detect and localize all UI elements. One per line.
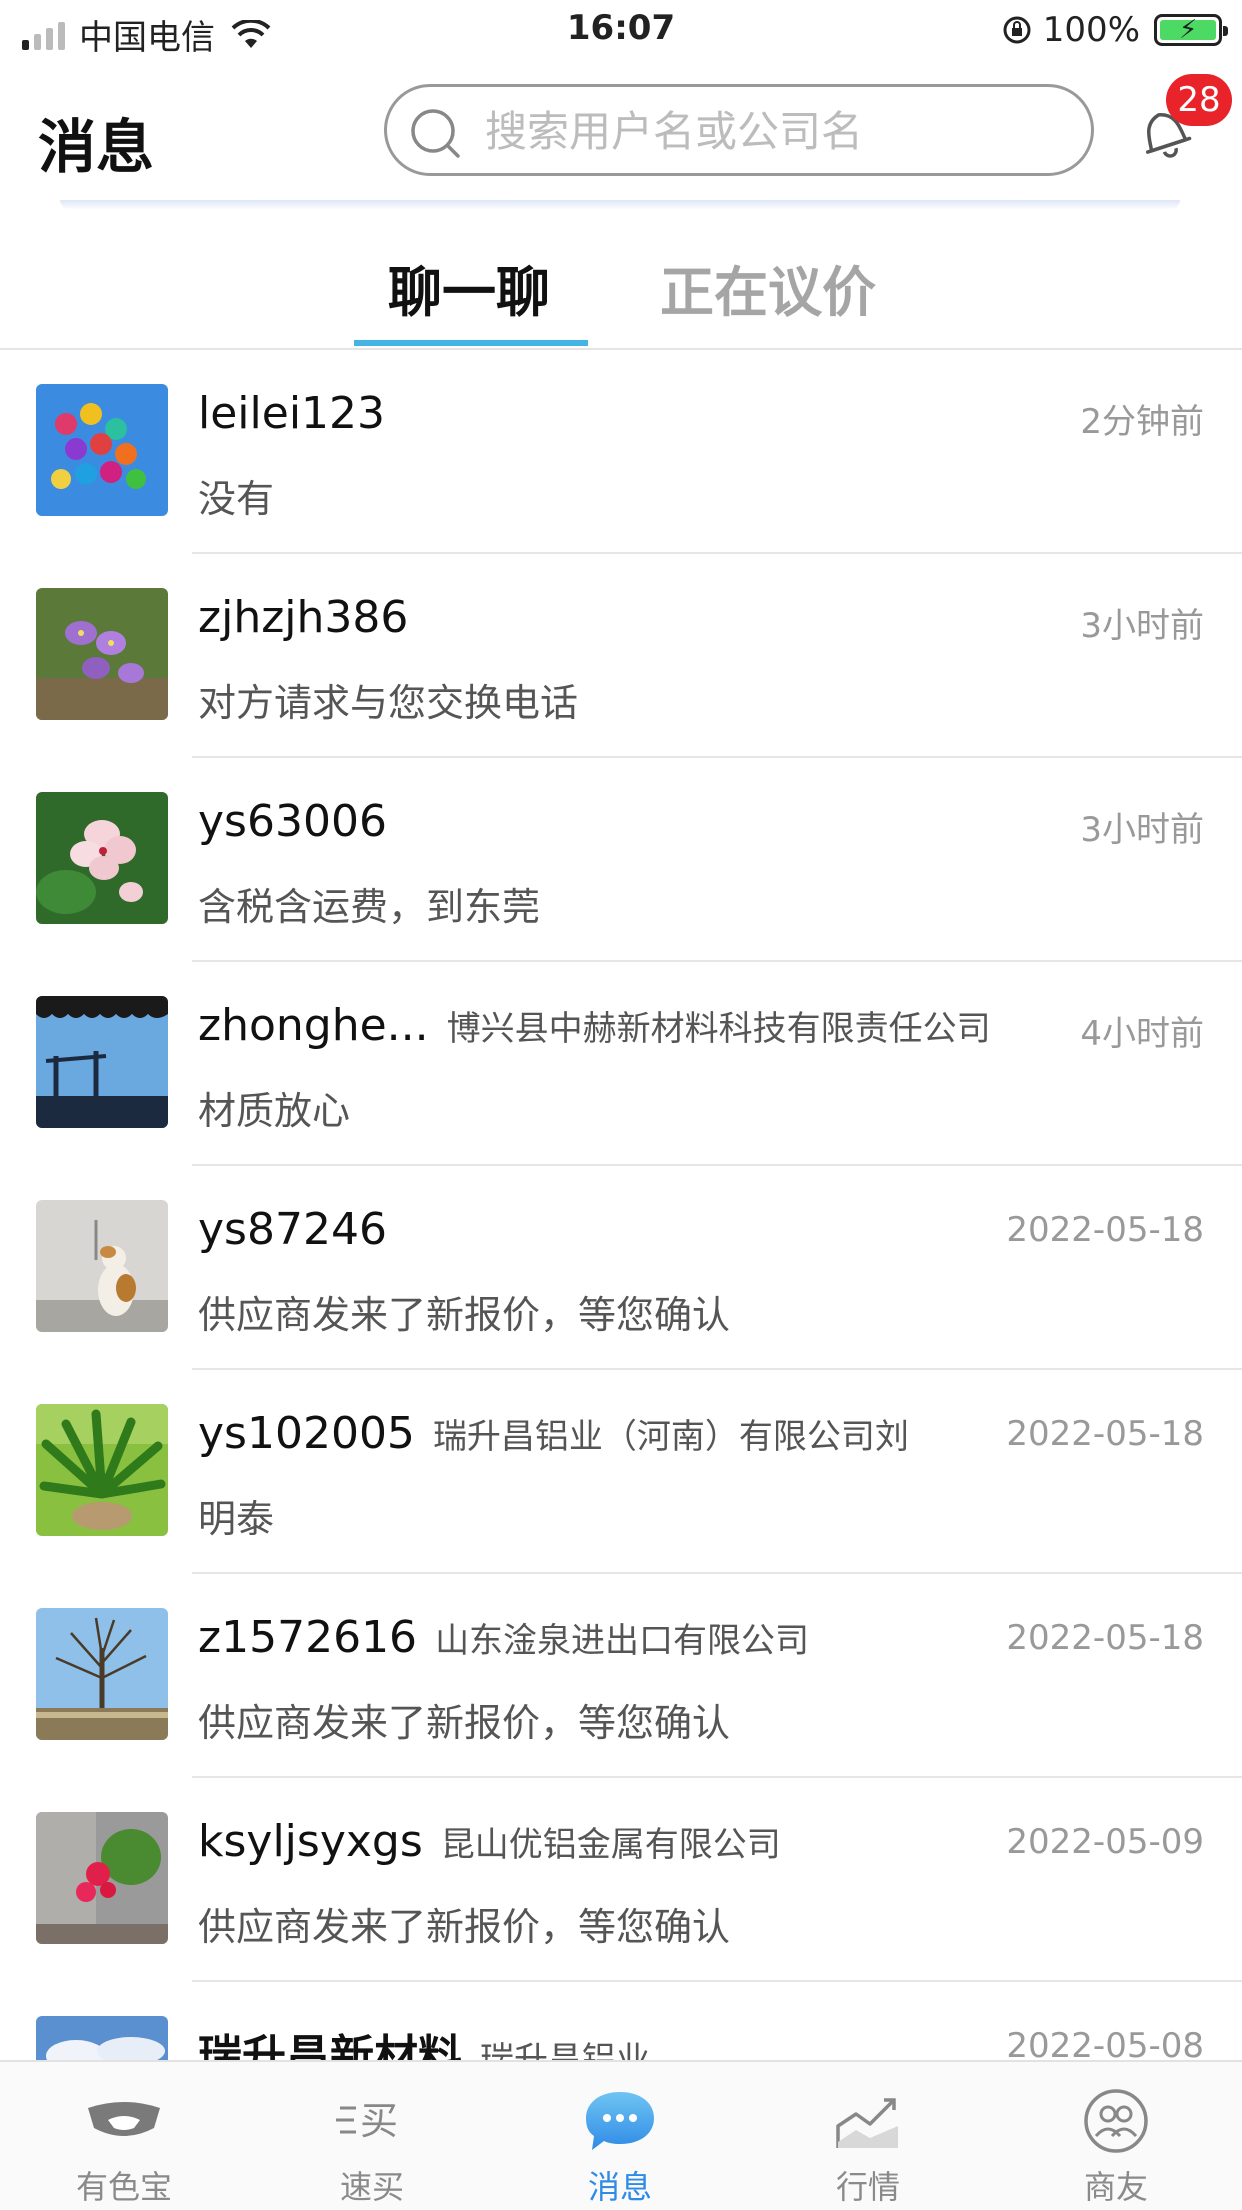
- header: 消息: [0, 70, 1242, 190]
- tabbar-label: 行情: [835, 2168, 900, 2206]
- chat-time: 4小时前: [1080, 1014, 1204, 1054]
- chat-name: leilei123: [198, 388, 386, 439]
- chat-name: ys87246: [198, 1204, 387, 1255]
- avatar: [36, 1812, 168, 1944]
- status-right: 100% ⚡: [1001, 10, 1228, 50]
- chat-message: 明泰: [198, 1497, 275, 1541]
- avatar: [36, 588, 168, 720]
- chat-row[interactable]: zhonghe... 博兴县中赫新材料科技有限责任公司 4小时前 材质放心: [0, 962, 1242, 1166]
- tabbar-label: 有色宝: [75, 2168, 172, 2206]
- chat-bubble-icon: [586, 2092, 654, 2150]
- chat-message: 供应商发来了新报价，等您确认: [198, 1293, 731, 1337]
- avatar: [36, 1404, 168, 1536]
- tabs: 聊一聊 正在议价: [0, 224, 1242, 350]
- chat-name: ys102005 瑞升昌铝业（河南）有限公司刘: [198, 1408, 909, 1459]
- tabbar-item-quick-buy[interactable]: 买 速买: [248, 2062, 496, 2210]
- friends-icon: [1084, 2089, 1148, 2153]
- chat-message: 供应商发来了新报价，等您确认: [198, 1701, 731, 1745]
- chat-row[interactable]: ys63006 3小时前 含税含运费，到东莞: [0, 758, 1242, 962]
- search-input[interactable]: [483, 87, 1067, 175]
- chat-row[interactable]: ys102005 瑞升昌铝业（河南）有限公司刘 2022-05-18 明泰: [0, 1370, 1242, 1574]
- tabbar-label: 商友: [1083, 2168, 1148, 2206]
- chat-message: 供应商发来了新报价，等您确认: [198, 1905, 731, 1949]
- avatar: [36, 1608, 168, 1740]
- chat-time: 2022-05-18: [1006, 1414, 1204, 1454]
- quick-buy-icon: 买: [336, 2099, 398, 2143]
- notification-badge: 28: [1166, 74, 1232, 126]
- chat-message: 对方请求与您交换电话: [198, 681, 579, 725]
- tab-chat[interactable]: 聊一聊: [388, 248, 550, 327]
- chat-time: 3小时前: [1080, 606, 1204, 646]
- chat-time: 2分钟前: [1080, 402, 1204, 442]
- status-bar: 中国电信 16:07 100% ⚡: [0, 0, 1242, 62]
- avatar: [36, 792, 168, 924]
- search-box[interactable]: [384, 84, 1094, 176]
- chat-time: 2022-05-18: [1006, 1210, 1204, 1250]
- svg-text:买: 买: [360, 2099, 398, 2143]
- chat-name: ksyljsyxgs 昆山优铝金属有限公司: [198, 1816, 781, 1867]
- chat-time: 2022-05-18: [1006, 1618, 1204, 1658]
- chat-time: 2022-05-09: [1006, 1822, 1204, 1862]
- chat-row[interactable]: ys87246 2022-05-18 供应商发来了新报价，等您确认: [0, 1166, 1242, 1370]
- chat-name: ys63006: [198, 796, 387, 847]
- bottom-tab-bar: 有色宝 买 速买 消息 行情 商友: [0, 2060, 1242, 2210]
- avatar: [36, 1200, 168, 1332]
- chat-row[interactable]: z1572616 山东淦泉进出口有限公司 2022-05-18 供应商发来了新报价…: [0, 1574, 1242, 1778]
- chat-name: zjhzjh386: [198, 592, 409, 643]
- tabbar-label: 速买: [339, 2168, 404, 2206]
- avatar: [36, 996, 168, 1128]
- tabbar-item-market[interactable]: 行情: [744, 2062, 992, 2210]
- chat-row[interactable]: ksyljsyxgs 昆山优铝金属有限公司 2022-05-09 供应商发来了新报…: [0, 1778, 1242, 1982]
- trend-chart-icon: [836, 2098, 898, 2148]
- tab-negotiating[interactable]: 正在议价: [660, 248, 876, 327]
- page-title: 消息: [38, 113, 155, 181]
- chat-name: z1572616 山东淦泉进出口有限公司: [198, 1612, 810, 1663]
- chat-message: 含税含运费，到东莞: [198, 885, 541, 929]
- chat-time: 3小时前: [1080, 810, 1204, 850]
- tabbar-item-messages[interactable]: 消息: [496, 2062, 744, 2210]
- handshake-icon: [88, 2102, 160, 2136]
- active-tab-indicator: [354, 340, 588, 346]
- battery-percent: 100%: [1042, 10, 1140, 50]
- tabbar-item-friends[interactable]: 商友: [992, 2062, 1240, 2210]
- chat-row[interactable]: zjhzjh386 3小时前 对方请求与您交换电话: [0, 554, 1242, 758]
- battery-icon: ⚡: [1154, 14, 1228, 46]
- avatar: [36, 384, 168, 516]
- chat-message: 没有: [198, 477, 275, 521]
- chat-list: leilei123 2分钟前 没有 zjhzjh386 3小时前 对方请求与您交…: [0, 350, 1242, 2186]
- header-divider: [60, 200, 1180, 210]
- search-icon: [411, 109, 460, 158]
- chat-message: 材质放心: [198, 1089, 351, 1133]
- chat-row[interactable]: leilei123 2分钟前 没有: [0, 350, 1242, 554]
- tabbar-item-home[interactable]: 有色宝: [0, 2062, 248, 2210]
- orientation-lock-icon: [1003, 16, 1031, 44]
- tabbar-label: 消息: [587, 2168, 652, 2206]
- chat-name: zhonghe... 博兴县中赫新材料科技有限责任公司: [198, 1000, 991, 1051]
